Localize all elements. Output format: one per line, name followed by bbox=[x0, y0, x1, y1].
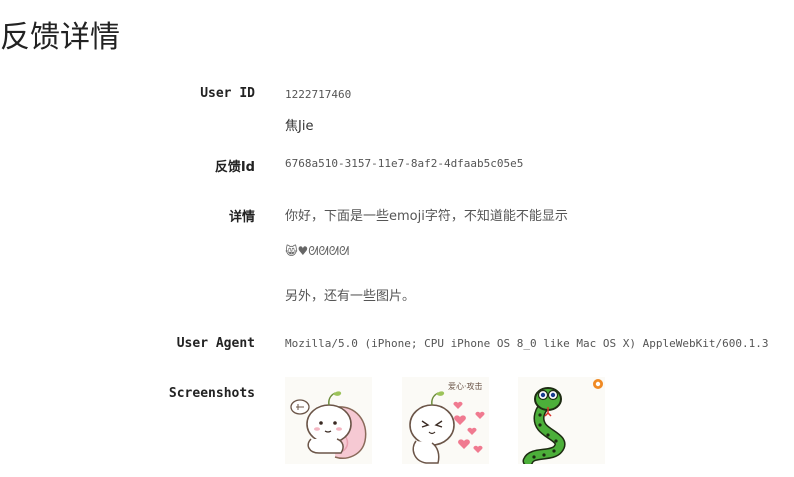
page-title: 反馈详情 bbox=[0, 20, 120, 55]
sticker-caption: 爱心·攻击 bbox=[448, 381, 483, 391]
heart-emoji-icon: ♥ bbox=[297, 244, 309, 258]
screenshot-thumbnail-2[interactable]: 爱心·攻击 bbox=[402, 377, 489, 464]
detail-label: 详情 bbox=[228, 210, 255, 225]
user-agent-label: User Agent bbox=[176, 336, 255, 351]
screenshot-thumbnail-1[interactable] bbox=[285, 377, 372, 464]
detail-text-line2: 另外，还有一些图片。 bbox=[285, 289, 416, 304]
feedback-id-value: 6768a510-3157-11e7-8af2-4dfaab5c05e5 bbox=[285, 157, 524, 170]
squiggle-emoji-icon: ᘛ bbox=[318, 244, 329, 258]
user-name-value: 焦Jie bbox=[285, 119, 314, 134]
feedback-id-label: 反馈Id bbox=[214, 160, 255, 175]
squiggle-emoji-icon: ᘛ bbox=[308, 244, 319, 258]
feedback-detail-page: 反馈详情 User ID 1222717460 焦Jie 反馈Id 6768a5… bbox=[0, 0, 794, 477]
detail-text-line1: 你好，下面是一些emoji字符，不知道能不能显示 bbox=[285, 209, 568, 224]
screenshots-label: Screenshots bbox=[168, 386, 255, 401]
sitting-character-sticker-icon bbox=[285, 377, 372, 464]
screenshot-thumbnail-3[interactable] bbox=[518, 377, 605, 464]
user-agent-value: Mozilla/5.0 (iPhone; CPU iPhone OS 8_0 l… bbox=[285, 337, 769, 350]
detail-emoji-row: 😸 ♥ ᘛ ᘛ ᘛ ᘛ bbox=[285, 244, 349, 258]
bicycle-emoji-icon: ᘛ bbox=[338, 244, 350, 258]
green-snake-sticker-icon bbox=[518, 377, 605, 464]
hearts-character-sticker-icon: 爱心·攻击 bbox=[402, 377, 489, 464]
user-id-value: 1222717460 bbox=[285, 88, 352, 101]
user-id-label: User ID bbox=[200, 86, 255, 101]
cat-emoji-icon: 😸 bbox=[285, 244, 298, 258]
squiggle-emoji-icon: ᘛ bbox=[328, 244, 339, 258]
